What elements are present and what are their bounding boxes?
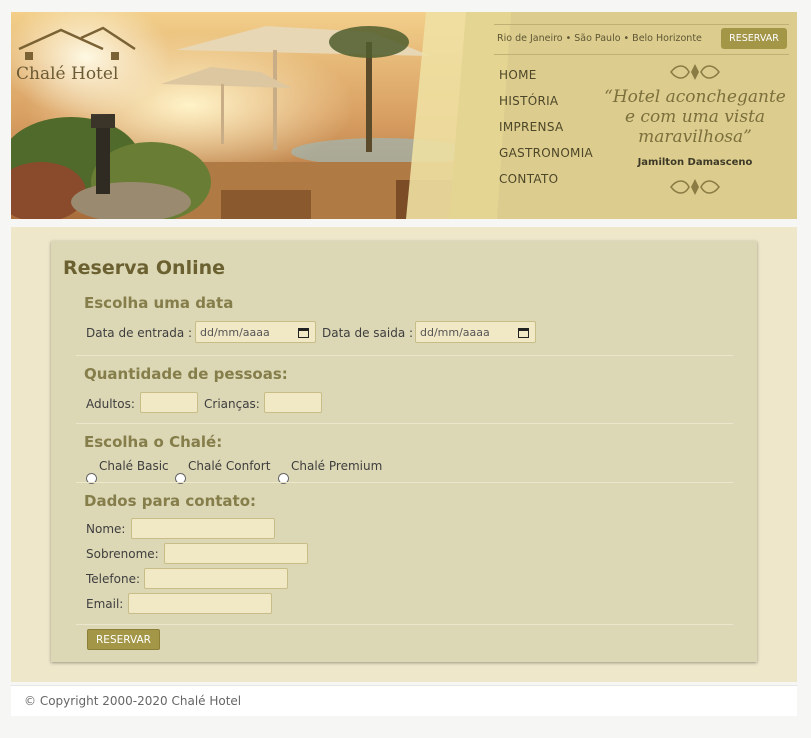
logo[interactable]: Chalé Hotel xyxy=(16,64,118,84)
chalet-confort-label[interactable]: Chalé Confort xyxy=(188,459,270,473)
checkin-label: Data de entrada : xyxy=(86,326,193,340)
contact-section-title: Dados para contato: xyxy=(84,492,257,510)
ornament-bottom-icon xyxy=(670,179,720,195)
adults-input[interactable] xyxy=(140,392,198,413)
checkin-date-input[interactable]: dd/mm/aaaa xyxy=(195,321,316,343)
calendar-icon[interactable] xyxy=(298,327,309,338)
chalet-basic-label[interactable]: Chalé Basic xyxy=(99,459,169,473)
chalet-premium-label[interactable]: Chalé Premium xyxy=(291,459,382,473)
divider xyxy=(76,355,733,356)
ornament-top-icon xyxy=(670,64,720,80)
divider xyxy=(76,423,733,424)
page: Chalé Hotel Rio de Janeiro • São Paulo •… xyxy=(0,0,811,738)
calendar-icon[interactable] xyxy=(518,327,529,338)
email-label: Email: xyxy=(86,597,124,611)
email-input[interactable] xyxy=(128,593,272,614)
adults-label: Adultos: xyxy=(86,397,135,411)
people-section-title: Quantidade de pessoas: xyxy=(84,365,288,383)
main-nav: HOME HISTÓRIA IMPRENSA GASTRONOMIA CONTA… xyxy=(499,67,593,197)
site-footer: © Copyright 2000-2020 Chalé Hotel xyxy=(11,685,797,716)
form-title: Reserva Online xyxy=(63,257,226,279)
phone-input[interactable] xyxy=(144,568,288,589)
divider xyxy=(76,624,733,625)
nav-gastronomia[interactable]: GASTRONOMIA xyxy=(499,145,593,171)
checkout-placeholder: dd/mm/aaaa xyxy=(420,326,490,339)
children-input[interactable] xyxy=(264,392,322,413)
reservation-form: Reserva Online Escolha uma data Data de … xyxy=(51,241,757,662)
site-header: Chalé Hotel Rio de Janeiro • São Paulo •… xyxy=(11,12,797,219)
name-label: Nome: xyxy=(86,522,126,536)
nav-home[interactable]: HOME xyxy=(499,67,593,93)
date-section-title: Escolha uma data xyxy=(84,294,234,312)
reserve-top-button[interactable]: RESERVAR xyxy=(721,28,787,49)
children-label: Crianças: xyxy=(204,397,260,411)
cities-list: Rio de Janeiro • São Paulo • Belo Horizo… xyxy=(497,33,702,44)
checkin-placeholder: dd/mm/aaaa xyxy=(200,326,270,339)
name-input[interactable] xyxy=(131,518,275,539)
nav-contato[interactable]: CONTATO xyxy=(499,171,593,197)
phone-label: Telefone: xyxy=(86,572,140,586)
surname-label: Sobrenome: xyxy=(86,547,159,561)
testimonial-quote: “Hotel aconchegante e com uma vista mara… xyxy=(604,87,786,147)
surname-input[interactable] xyxy=(164,543,308,564)
nav-imprensa[interactable]: IMPRENSA xyxy=(499,119,593,145)
nav-historia[interactable]: HISTÓRIA xyxy=(499,93,593,119)
submit-reservation-button[interactable]: RESERVAR xyxy=(87,629,160,650)
top-bar: Rio de Janeiro • São Paulo • Belo Horizo… xyxy=(494,24,789,55)
checkout-label: Data de saida : xyxy=(322,326,414,340)
divider xyxy=(76,482,733,483)
checkout-date-input[interactable]: dd/mm/aaaa xyxy=(415,321,536,343)
testimonial-author: Jamilton Damasceno xyxy=(637,157,753,168)
copyright-text: © Copyright 2000-2020 Chalé Hotel xyxy=(24,694,242,708)
chalet-section-title: Escolha o Chalé: xyxy=(84,433,223,451)
main-content: Reserva Online Escolha uma data Data de … xyxy=(11,227,797,682)
